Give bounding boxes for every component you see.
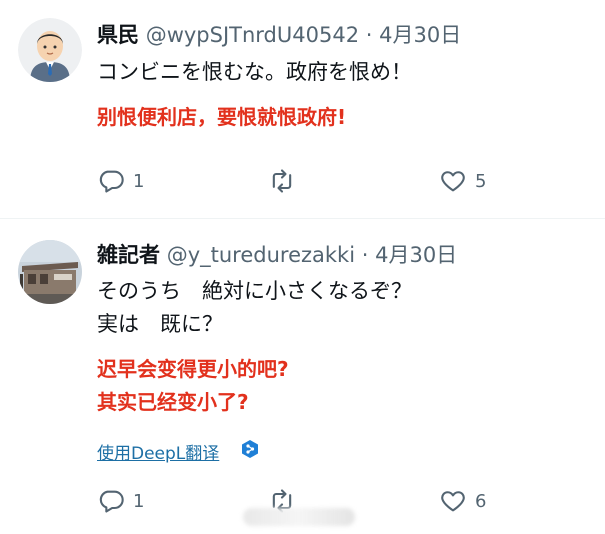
- translation-line: 别恨便利店，要恨就恨政府!: [97, 105, 347, 129]
- like-count: 5: [475, 170, 487, 192]
- translation-line: 迟早会变得更小的吧?: [97, 357, 289, 381]
- reply-count: 1: [133, 490, 145, 512]
- tweet-1[interactable]: 県民 @wypSJTnrdU40542 · 4月30日 コンビニを恨むな。政府を…: [0, 0, 605, 219]
- tweet-text-line: 実は 既に？: [97, 312, 223, 336]
- building-photo-avatar: [18, 240, 82, 304]
- user-handle[interactable]: @wypSJTnrdU40542: [146, 23, 359, 47]
- retweet-icon: [272, 169, 292, 193]
- reply-button[interactable]: 1: [97, 167, 144, 195]
- tweet-date[interactable]: 4月30日: [375, 243, 457, 267]
- retweet-button[interactable]: [268, 167, 304, 195]
- blurred-watermark: [243, 508, 355, 526]
- heart-icon: [441, 491, 465, 512]
- like-count: 6: [475, 490, 487, 512]
- tweet-header: 県民 @wypSJTnrdU40542 · 4月30日: [97, 21, 461, 49]
- like-button[interactable]: 6: [439, 487, 486, 515]
- reply-count: 1: [133, 170, 145, 192]
- tweet-2[interactable]: 雑記者 @y_turedurezakki · 4月30日 そのうち 絶対に小さく…: [0, 219, 605, 534]
- display-name[interactable]: 県民: [97, 23, 139, 47]
- translation-line: 其实已经变小了?: [97, 390, 249, 414]
- deepl-icon: [242, 440, 258, 458]
- separator-dot: ·: [361, 243, 369, 267]
- tweet-text-line: そのうち 絶対に小さくなるぞ？: [97, 279, 412, 303]
- tweet-date[interactable]: 4月30日: [379, 23, 461, 47]
- separator-dot: ·: [365, 23, 373, 47]
- user-handle[interactable]: @y_turedurezakki: [167, 243, 355, 267]
- tweet-header: 雑記者 @y_turedurezakki · 4月30日: [97, 241, 457, 269]
- like-button[interactable]: 5: [439, 167, 486, 195]
- man-avatar-icon: [18, 18, 82, 82]
- display-name[interactable]: 雑記者: [97, 243, 160, 267]
- avatar[interactable]: [18, 18, 82, 82]
- reply-icon: [99, 490, 124, 513]
- deepl-translate-link[interactable]: 使用DeepL翻译: [97, 439, 219, 464]
- heart-icon: [441, 171, 465, 192]
- reply-button[interactable]: 1: [97, 487, 144, 515]
- reply-icon: [99, 170, 124, 193]
- avatar[interactable]: [18, 240, 82, 304]
- tweet-text: コンビニを恨むな。政府を恨め！: [97, 60, 412, 84]
